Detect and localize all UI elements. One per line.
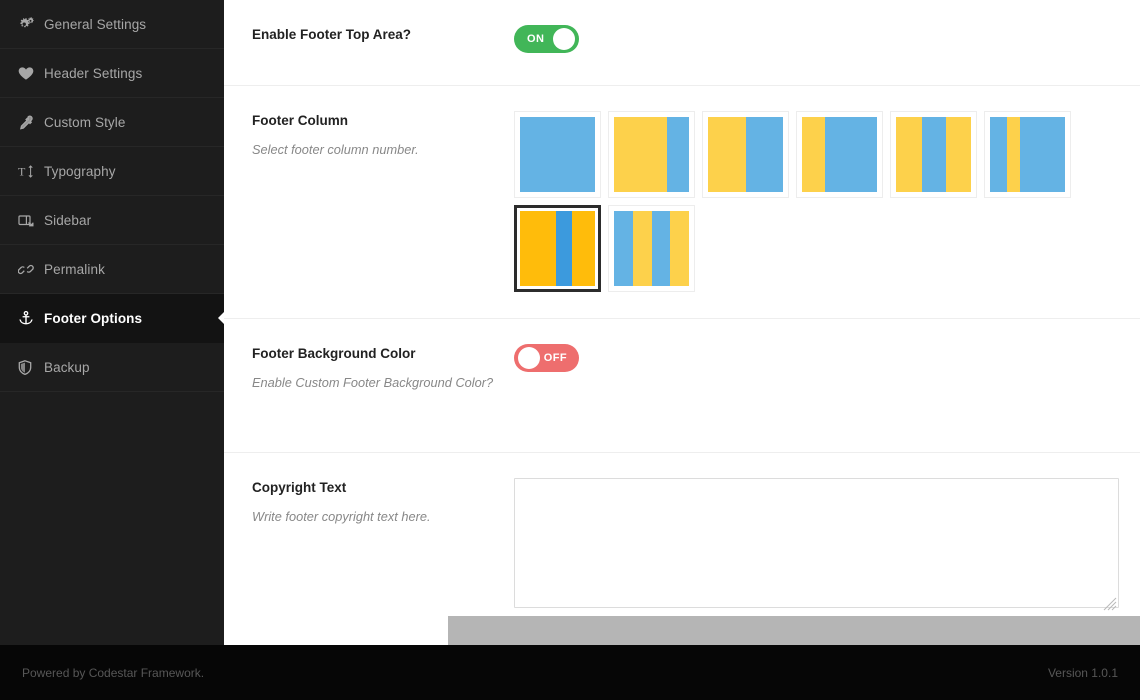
column-segment bbox=[1020, 117, 1065, 192]
footer-column-option-2-column-50-50[interactable] bbox=[702, 111, 789, 198]
field-footer-background-color: Footer Background Color Enable Custom Fo… bbox=[224, 319, 1140, 453]
field-title: Enable Footer Top Area? bbox=[252, 27, 412, 42]
save-bar bbox=[448, 616, 1140, 645]
eyedropper-icon bbox=[18, 114, 42, 130]
sidebar-item-label: Typography bbox=[44, 163, 116, 179]
sidebar-item-label: Footer Options bbox=[44, 310, 143, 326]
enable-footer-top-toggle[interactable]: ON bbox=[514, 25, 579, 53]
footer-background-color-toggle[interactable]: OFF bbox=[514, 344, 579, 372]
column-preview bbox=[896, 117, 971, 192]
anchor-icon bbox=[18, 310, 42, 326]
sidebar-item-footer-options[interactable]: Footer Options bbox=[0, 294, 224, 343]
column-preview bbox=[802, 117, 877, 192]
column-segment bbox=[666, 117, 689, 192]
field-control-column bbox=[514, 477, 1119, 619]
footer-column-option-3-column-48-20-32[interactable] bbox=[514, 205, 601, 292]
sidebar-item-header-settings[interactable]: Header Settings bbox=[0, 49, 224, 98]
sidebar-item-custom-style[interactable]: Custom Style bbox=[0, 98, 224, 147]
version-label: Version 1.0.1 bbox=[1047, 665, 1118, 680]
field-subtitle: Enable Custom Footer Background Color? bbox=[252, 374, 494, 390]
sidebar-item-label: Sidebar bbox=[44, 212, 92, 228]
column-segment bbox=[824, 117, 877, 192]
footer-column-option-grid bbox=[514, 111, 1084, 292]
column-segment bbox=[651, 211, 671, 286]
field-control-column bbox=[514, 110, 1116, 294]
column-segment bbox=[632, 211, 652, 286]
column-segment bbox=[802, 117, 825, 192]
column-preview bbox=[614, 211, 689, 286]
shield-icon bbox=[18, 359, 42, 375]
sidebar-item-label: Custom Style bbox=[44, 114, 126, 130]
field-control-column: ON bbox=[514, 24, 1116, 61]
footer-column-option-2-column-70-30[interactable] bbox=[608, 111, 695, 198]
footer-column-option-3-column-22-18-60[interactable] bbox=[984, 111, 1071, 198]
field-footer-column: Footer Column Select footer column numbe… bbox=[224, 86, 1140, 319]
column-segment bbox=[670, 211, 689, 286]
sidebar-item-label: General Settings bbox=[44, 16, 147, 32]
column-segment bbox=[614, 211, 633, 286]
column-preview bbox=[520, 211, 595, 286]
column-preview bbox=[520, 117, 595, 192]
copyright-textarea-wrap bbox=[514, 478, 1119, 613]
sidebar-item-label: Permalink bbox=[44, 261, 105, 277]
column-segment bbox=[745, 117, 783, 192]
column-segment bbox=[896, 117, 922, 192]
field-copyright-text: Copyright Text Write footer copyright te… bbox=[224, 453, 1140, 643]
field-enable-footer-top: Enable Footer Top Area? ON bbox=[224, 0, 1140, 86]
column-preview bbox=[990, 117, 1065, 192]
column-segment bbox=[708, 117, 746, 192]
settings-content: Enable Footer Top Area? ON Footer Column… bbox=[224, 0, 1140, 645]
panel-body: General Settings Header Settings Custom St… bbox=[0, 0, 1140, 645]
column-segment bbox=[921, 117, 946, 192]
footer-column-option-4-column-equal[interactable] bbox=[608, 205, 695, 292]
column-segment bbox=[571, 211, 595, 286]
field-label-column: Enable Footer Top Area? bbox=[252, 24, 514, 61]
sidebar-item-label: Backup bbox=[44, 359, 90, 375]
settings-sidebar: General Settings Header Settings Custom St… bbox=[0, 0, 224, 645]
column-segment bbox=[520, 211, 556, 286]
columns-icon bbox=[18, 213, 42, 228]
toggle-state-label: OFF bbox=[543, 352, 567, 364]
heart-icon bbox=[18, 66, 42, 81]
column-segment bbox=[990, 117, 1007, 192]
field-label-column: Footer Background Color Enable Custom Fo… bbox=[252, 343, 514, 428]
field-label-column: Footer Column Select footer column numbe… bbox=[252, 110, 514, 294]
options-panel: General Settings Header Settings Custom St… bbox=[0, 0, 1140, 700]
chain-link-icon bbox=[18, 262, 42, 277]
toggle-state-label: ON bbox=[527, 33, 545, 45]
sidebar-item-typography[interactable]: T Typography bbox=[0, 147, 224, 196]
footer-column-option-3-column-equal[interactable] bbox=[890, 111, 977, 198]
column-preview bbox=[614, 117, 689, 192]
panel-footer: Powered by Codestar Framework. Version 1… bbox=[0, 645, 1140, 700]
field-title: Footer Column bbox=[252, 113, 348, 128]
field-title: Footer Background Color bbox=[252, 346, 416, 361]
gears-icon bbox=[18, 16, 42, 32]
sidebar-item-general-settings[interactable]: General Settings bbox=[0, 0, 224, 49]
column-segment bbox=[945, 117, 971, 192]
text-height-icon: T bbox=[18, 164, 42, 179]
column-segment bbox=[520, 117, 595, 192]
toggle-knob bbox=[518, 347, 540, 369]
sidebar-item-sidebar[interactable]: Sidebar bbox=[0, 196, 224, 245]
sidebar-item-backup[interactable]: Backup bbox=[0, 343, 224, 392]
svg-text:T: T bbox=[18, 164, 26, 178]
column-preview bbox=[708, 117, 783, 192]
column-segment bbox=[556, 211, 572, 286]
field-label-column: Copyright Text Write footer copyright te… bbox=[252, 477, 514, 619]
field-control-column: OFF bbox=[514, 343, 1116, 428]
powered-by-label: Powered by Codestar Framework. bbox=[22, 665, 205, 680]
field-subtitle: Write footer copyright text here. bbox=[252, 508, 431, 524]
toggle-knob bbox=[553, 28, 575, 50]
field-subtitle: Select footer column number. bbox=[252, 141, 419, 157]
column-segment bbox=[614, 117, 667, 192]
field-title: Copyright Text bbox=[252, 480, 347, 495]
copyright-text-input[interactable] bbox=[514, 478, 1119, 608]
sidebar-item-label: Header Settings bbox=[44, 65, 143, 81]
footer-column-option-1-column[interactable] bbox=[514, 111, 601, 198]
column-segment bbox=[1006, 117, 1020, 192]
sidebar-item-permalink[interactable]: Permalink bbox=[0, 245, 224, 294]
footer-column-option-2-column-30-70[interactable] bbox=[796, 111, 883, 198]
